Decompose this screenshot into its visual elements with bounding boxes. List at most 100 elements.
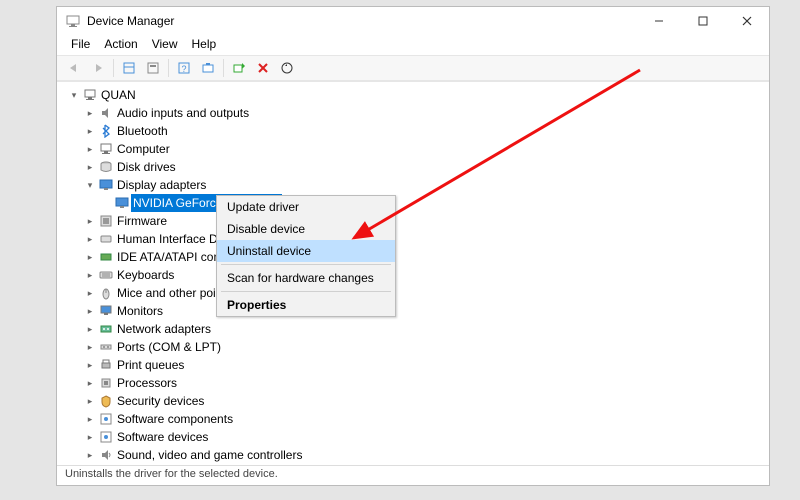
bt-icon	[97, 124, 115, 138]
menu-help[interactable]: Help	[186, 35, 223, 55]
show-hidden-button[interactable]	[118, 57, 140, 79]
port-icon	[97, 340, 115, 354]
hid-icon	[97, 232, 115, 246]
properties-button[interactable]	[142, 57, 164, 79]
back-button[interactable]	[63, 57, 85, 79]
node-label: Disk drives	[115, 158, 178, 176]
update-button[interactable]	[276, 57, 298, 79]
category-cpu[interactable]: ▸ Processors	[61, 374, 769, 392]
category-kb[interactable]: ▸Keyboards	[61, 266, 769, 284]
category-sw[interactable]: ▸ Software devices	[61, 428, 769, 446]
titlebar[interactable]: Device Manager	[57, 7, 769, 35]
expand-chevron-icon[interactable]: ▾	[83, 176, 97, 194]
maximize-button[interactable]	[681, 7, 725, 35]
root-node[interactable]: ▾ QUAN	[61, 86, 769, 104]
sec-icon	[97, 394, 115, 408]
ide-icon	[97, 250, 115, 264]
svg-text:?: ?	[181, 64, 186, 74]
expand-chevron-icon[interactable]: ▸	[83, 410, 97, 428]
window-title: Device Manager	[87, 14, 174, 28]
menu-file[interactable]: File	[65, 35, 96, 55]
mouse-icon	[97, 286, 115, 300]
category-port[interactable]: ▸ Ports (COM & LPT)	[61, 338, 769, 356]
minimize-button[interactable]	[637, 7, 681, 35]
expand-chevron-icon[interactable]: ▸	[83, 212, 97, 230]
category-net[interactable]: ▸Network adapters	[61, 320, 769, 338]
expand-chevron-icon[interactable]: ▾	[67, 86, 81, 104]
category-audio[interactable]: ▸Audio inputs and outputs	[61, 104, 769, 122]
category-fw[interactable]: ▸Firmware	[61, 212, 769, 230]
category-hid[interactable]: ▸ Human Interface De	[61, 230, 769, 248]
close-button[interactable]	[725, 7, 769, 35]
node-label: Sound, video and game controllers	[115, 446, 304, 464]
node-label: Mice and other poin	[115, 284, 224, 302]
status-text: Uninstalls the driver for the selected d…	[65, 468, 278, 480]
node-label: Print queues	[115, 356, 186, 374]
expand-chevron-icon[interactable]: ▸	[83, 266, 97, 284]
expand-chevron-icon[interactable]: ▸	[83, 302, 97, 320]
ctx-uninstall-device[interactable]: Uninstall device	[217, 240, 395, 262]
expand-chevron-icon[interactable]: ▸	[83, 104, 97, 122]
expand-chevron-icon[interactable]: ▸	[83, 320, 97, 338]
menu-action[interactable]: Action	[98, 35, 143, 55]
toolbar-separator	[113, 59, 114, 77]
ctx-scan-for-hardware-changes[interactable]: Scan for hardware changes	[217, 267, 395, 289]
ctx-disable-device[interactable]: Disable device	[217, 218, 395, 240]
category-mon[interactable]: ▸ Monitors	[61, 302, 769, 320]
expand-chevron-icon[interactable]: ▸	[83, 230, 97, 248]
expand-chevron-icon[interactable]: ▸	[83, 284, 97, 302]
node-label: Monitors	[115, 302, 165, 320]
expand-chevron-icon[interactable]: ▸	[83, 446, 97, 464]
category-mouse[interactable]: ▸ Mice and other poin	[61, 284, 769, 302]
pc-icon	[97, 142, 115, 156]
toolbar: ?	[57, 55, 769, 81]
category-snd[interactable]: ▸ Sound, video and game controllers	[61, 446, 769, 464]
category-bt[interactable]: ▸Bluetooth	[61, 122, 769, 140]
ctx-update-driver[interactable]: Update driver	[217, 196, 395, 218]
forward-button[interactable]	[87, 57, 109, 79]
expand-chevron-icon[interactable]: ▸	[83, 158, 97, 176]
expand-chevron-icon[interactable]: ▸	[83, 356, 97, 374]
node-label: Computer	[115, 140, 172, 158]
category-display[interactable]: ▾Display adapters	[61, 176, 769, 194]
snd-icon	[97, 448, 115, 462]
category-disk[interactable]: ▸ Disk drives	[61, 158, 769, 176]
category-sw[interactable]: ▸ Software components	[61, 410, 769, 428]
category-print[interactable]: ▸ Print queues	[61, 356, 769, 374]
toolbar-separator	[168, 59, 169, 77]
node-label: Processors	[115, 374, 179, 392]
net-icon	[97, 322, 115, 336]
device-item[interactable]: NVIDIA GeForce RTX 2060	[61, 194, 769, 212]
node-label: Storage controllers	[115, 464, 220, 465]
menubar: File Action View Help	[57, 35, 769, 55]
node-label: Security devices	[115, 392, 206, 410]
scan-button[interactable]	[197, 57, 219, 79]
menu-view[interactable]: View	[146, 35, 184, 55]
category-pc[interactable]: ▸ Computer	[61, 140, 769, 158]
expand-chevron-icon[interactable]: ▸	[83, 374, 97, 392]
category-stor[interactable]: ▸ Storage controllers	[61, 464, 769, 465]
expand-chevron-icon[interactable]: ▸	[83, 428, 97, 446]
expand-chevron-icon[interactable]: ▸	[83, 248, 97, 266]
sw-icon	[97, 430, 115, 444]
node-label: Ports (COM & LPT)	[115, 338, 223, 356]
ctx-properties[interactable]: Properties	[217, 294, 395, 316]
node-label: Human Interface De	[115, 230, 226, 248]
device-tree[interactable]: ▾ QUAN▸Audio inputs and outputs▸Bluetooth…	[57, 81, 769, 465]
expand-chevron-icon[interactable]: ▸	[83, 392, 97, 410]
node-label: IDE ATA/ATAPI cont	[115, 248, 225, 266]
cpu-icon	[97, 376, 115, 390]
expand-chevron-icon[interactable]: ▸	[83, 140, 97, 158]
help-button[interactable]: ?	[173, 57, 195, 79]
node-label: Software components	[115, 410, 235, 428]
uninstall-button[interactable]	[252, 57, 274, 79]
category-ide[interactable]: ▸ IDE ATA/ATAPI cont	[61, 248, 769, 266]
expand-chevron-icon[interactable]: ▸	[83, 338, 97, 356]
expand-chevron-icon[interactable]: ▸	[83, 122, 97, 140]
expand-chevron-icon[interactable]: ▸	[83, 464, 97, 465]
enable-button[interactable]	[228, 57, 250, 79]
category-sec[interactable]: ▸ Security devices	[61, 392, 769, 410]
node-label: Software devices	[115, 428, 210, 446]
statusbar: Uninstalls the driver for the selected d…	[57, 465, 769, 485]
node-label: QUAN	[99, 86, 138, 104]
